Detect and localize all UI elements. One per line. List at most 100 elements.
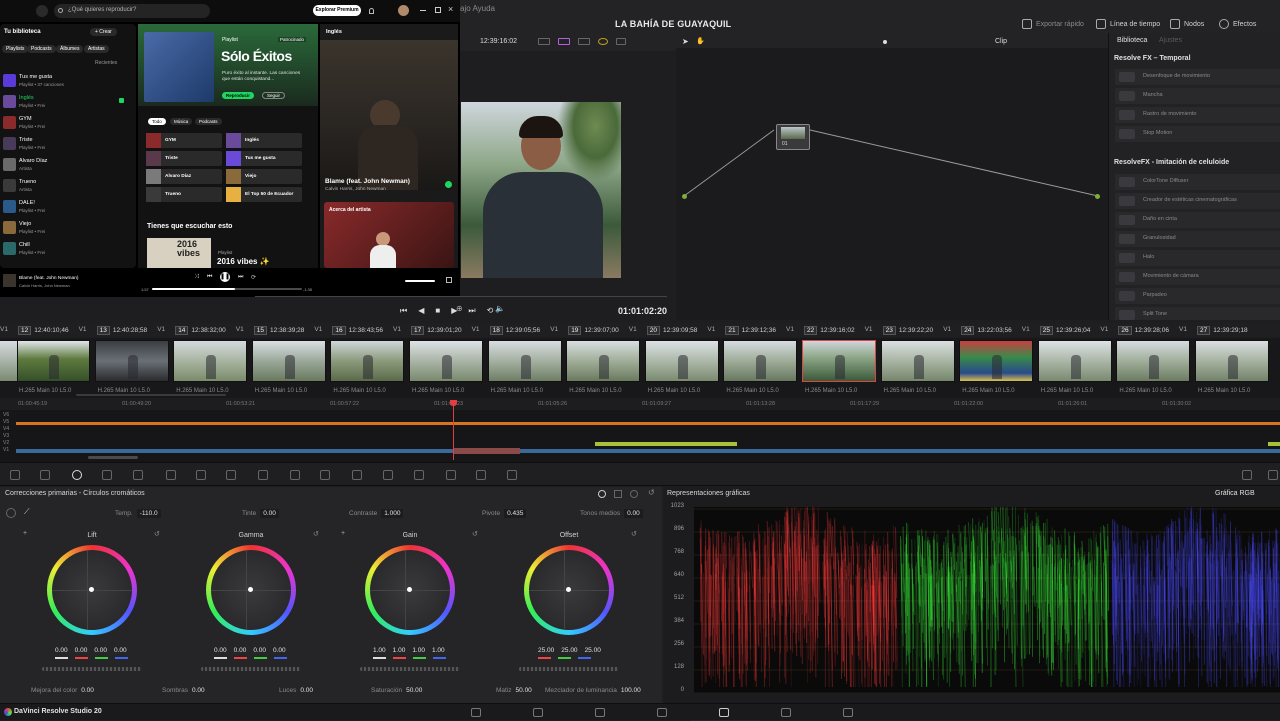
bars-mode-icon[interactable] <box>614 490 622 498</box>
keyframes-icon[interactable] <box>1242 470 1252 480</box>
clip-thumbnail[interactable]: H.265 Main 10 L5.0 <box>1195 340 1269 382</box>
fx-item[interactable]: Stop Motion <box>1115 126 1280 142</box>
wheel-value[interactable]: 0.00 <box>214 647 227 654</box>
playhead[interactable] <box>453 400 454 460</box>
param-value[interactable]: -110.0 <box>137 509 161 518</box>
color-tool-icon[interactable] <box>507 470 517 480</box>
clip-header[interactable]: 1212:40:10;46V1 <box>18 326 69 335</box>
clip-thumbnail[interactable]: H.265 Main 10 L5.0 <box>173 340 247 382</box>
color-tool-icon[interactable] <box>102 470 112 480</box>
page-color-icon[interactable] <box>719 708 729 717</box>
playhead-marker[interactable] <box>450 400 457 406</box>
wheel-value[interactable]: 1.00 <box>393 647 406 654</box>
play-icon[interactable]: ▶ <box>451 306 457 316</box>
grid-shortcut[interactable]: Triste <box>146 151 222 166</box>
fx-item[interactable]: Rastro de movimiento <box>1115 107 1280 123</box>
fx-item[interactable]: Daño en cinta <box>1115 212 1280 228</box>
fx-item[interactable]: Mancha <box>1115 88 1280 104</box>
tab-settings[interactable]: Ajustes <box>1159 37 1182 44</box>
clip-thumbnail[interactable]: H.265 Main 10 L5.0 <box>959 340 1033 382</box>
library-item[interactable]: Tus me gustaPlaylist • 37 canciones <box>3 72 133 92</box>
next-icon[interactable]: ⏭ <box>238 274 243 281</box>
bottom-param-value[interactable]: 0.00 <box>192 687 205 694</box>
color-tool-icon[interactable] <box>40 470 50 480</box>
clip-thumbnail[interactable]: H.265 Main 10 L5.0 <box>409 340 483 382</box>
bottom-param-value[interactable]: 0.00 <box>300 687 313 694</box>
avatar[interactable] <box>398 5 409 16</box>
bottom-param-value[interactable]: 50.00 <box>406 687 422 694</box>
wheel-master-slider[interactable] <box>201 667 301 671</box>
primary-param[interactable]: Tonos medios0.00 <box>580 509 643 518</box>
color-wheel-gamma[interactable]: Gamma↺0.000.000.000.00 <box>176 527 326 677</box>
param-value[interactable]: 0.435 <box>504 509 526 518</box>
timeline-orange-track[interactable] <box>16 422 1280 425</box>
clip-header[interactable]: 1912:39:07;00V1 <box>568 326 619 335</box>
clip-thumbnail[interactable]: H.265 Main 10 L5.0 <box>488 340 562 382</box>
hand-icon[interactable]: ✋ <box>696 37 705 45</box>
timeline-scroll[interactable] <box>88 456 138 459</box>
reset-all-icon[interactable]: ↺ <box>648 488 655 497</box>
wheel-value[interactable]: 0.00 <box>55 647 68 654</box>
param-value[interactable]: 1.000 <box>381 509 403 518</box>
scopes-toggle-icon[interactable] <box>1268 470 1278 480</box>
fx-item[interactable]: Parpadeo <box>1115 288 1280 304</box>
section-card-cover[interactable]: 2016 vibes <box>147 238 211 268</box>
clip-thumbnail[interactable]: H.265 Main 10 L5.0 <box>1038 340 1112 382</box>
color-tool-icon[interactable] <box>383 470 393 480</box>
wheel-values[interactable]: 1.001.001.001.00 <box>373 647 445 654</box>
color-tool-icon[interactable] <box>352 470 362 480</box>
wheel-mode-icon[interactable] <box>598 490 606 498</box>
clip-thumbnail[interactable]: H.265 Main 10 L5.0 <box>566 340 640 382</box>
wheel-ring[interactable] <box>365 545 455 635</box>
grid-shortcut[interactable]: Trueno <box>146 187 222 202</box>
clip-header[interactable]: 2413:22:03;56V1 <box>961 326 1012 335</box>
skip-end-icon[interactable]: ⏭ <box>468 306 475 316</box>
spotify-search-input[interactable]: ¿Qué quieres reproducir? <box>54 4 210 18</box>
hero-follow-button[interactable]: Seguir <box>262 92 285 99</box>
library-item[interactable]: TruenoArtista <box>3 177 133 197</box>
library-item[interactable]: DALE!Playlist • Frei <box>3 198 133 218</box>
color-tool-icon[interactable] <box>166 470 176 480</box>
repeat-icon[interactable]: ⟳ <box>251 274 256 281</box>
param-value[interactable]: 0.00 <box>624 509 643 518</box>
grid-shortcut[interactable]: Viejo <box>226 169 302 184</box>
progress-bar[interactable] <box>152 288 302 290</box>
effects-button[interactable]: Efectos <box>1219 19 1256 29</box>
clip-thumbnail[interactable]: H.265 Main 10 L5.0 <box>723 340 797 382</box>
page-cut-icon[interactable] <box>533 708 543 717</box>
hero-banner[interactable]: Playlist Patrocinado Sólo Éxitos Puro éx… <box>138 24 318 106</box>
clip-header[interactable]: 1812:39:05;56V1 <box>490 326 541 335</box>
color-tool-icon[interactable] <box>414 470 424 480</box>
now-playing-title[interactable]: Blame (feat. John Newman) <box>325 178 410 185</box>
fx-item[interactable]: Granulosidad <box>1115 231 1280 247</box>
menu-fragment[interactable]: ajo Ayuda <box>460 4 495 13</box>
bottom-param-value[interactable]: 0.00 <box>81 687 94 694</box>
wheel-master-slider[interactable] <box>42 667 142 671</box>
clip-thumbnail[interactable]: H.265 Main 10 L5.0 <box>95 340 169 382</box>
clip-strip-scrollbar[interactable] <box>76 394 226 396</box>
maximize-icon[interactable] <box>435 7 441 13</box>
color-tool-icon[interactable] <box>133 470 143 480</box>
wheel-handle[interactable] <box>248 587 253 592</box>
clip-thumbnail[interactable]: H.265 Main 10 L5.0 <box>330 340 404 382</box>
clip-header[interactable]: 2512:39:26;04V1 <box>1040 326 1091 335</box>
section-card-title[interactable]: 2016 vibes ✨ <box>217 257 270 266</box>
clip-mode-dropdown[interactable]: Clip <box>995 38 1007 45</box>
timecode-display[interactable]: 01:01:02:20 <box>618 306 667 316</box>
about-artist-card[interactable]: Acerca del artista <box>324 202 454 268</box>
fx-item[interactable]: Movimiento de cámara <box>1115 269 1280 285</box>
clip-thumbnail[interactable]: H.265 Main 10 L5.0 <box>252 340 326 382</box>
explore-premium-button[interactable]: Explorar Premium <box>313 5 361 16</box>
home-icon[interactable] <box>36 5 48 17</box>
color-wheel-lift[interactable]: Lift↺+0.000.000.000.00 <box>17 527 167 677</box>
node-input-port[interactable] <box>682 194 687 199</box>
picker-icon[interactable]: ⟋ <box>24 507 30 517</box>
clip-header[interactable]: 1412:38:32;00V1 <box>175 326 226 335</box>
now-playing-artist[interactable]: Calvin Harris, John Newman <box>325 187 386 192</box>
color-tool-icon[interactable] <box>446 470 456 480</box>
wheel-value[interactable]: 1.00 <box>373 647 386 654</box>
liked-check-icon[interactable] <box>445 181 452 188</box>
library-item[interactable]: InglésPlaylist • Frei <box>3 93 133 113</box>
chip-artists[interactable]: Artistas <box>84 45 109 53</box>
wheel-picker-icon[interactable]: + <box>23 530 27 537</box>
